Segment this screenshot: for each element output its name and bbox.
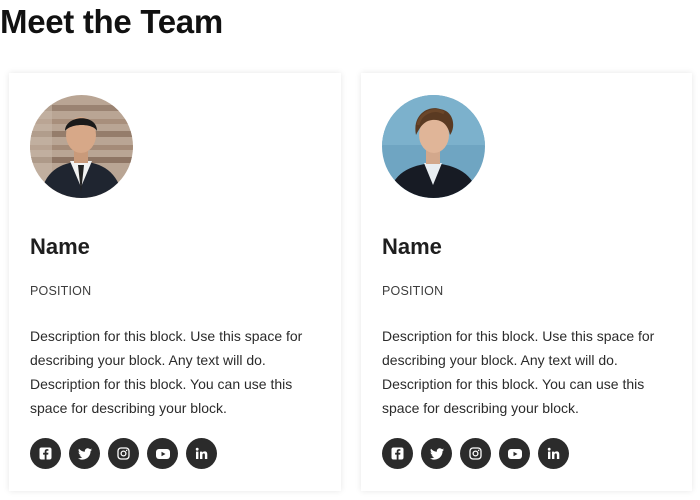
social-links xyxy=(30,438,217,469)
social-links xyxy=(382,438,569,469)
team-grid: Name POSITION Description for this block… xyxy=(9,73,692,493)
twitter-icon xyxy=(429,447,444,460)
facebook-button[interactable] xyxy=(30,438,61,469)
linkedin-icon xyxy=(195,447,208,459)
member-name: Name xyxy=(30,234,90,259)
instagram-button[interactable] xyxy=(108,438,139,469)
avatar xyxy=(382,95,485,198)
instagram-icon xyxy=(117,447,130,460)
avatar xyxy=(30,95,133,198)
youtube-button[interactable] xyxy=(147,438,178,469)
twitter-icon xyxy=(77,447,92,460)
youtube-icon xyxy=(155,448,170,459)
linkedin-icon xyxy=(547,447,560,459)
instagram-button[interactable] xyxy=(460,438,491,469)
member-position: POSITION xyxy=(382,284,444,298)
linkedin-button[interactable] xyxy=(538,438,569,469)
linkedin-button[interactable] xyxy=(186,438,217,469)
instagram-icon xyxy=(469,447,482,460)
facebook-icon xyxy=(39,447,52,460)
person-photo-icon xyxy=(382,95,485,198)
facebook-icon xyxy=(391,447,404,460)
page-title: Meet the Team xyxy=(0,3,223,40)
member-position: POSITION xyxy=(30,284,92,298)
youtube-button[interactable] xyxy=(499,438,530,469)
twitter-button[interactable] xyxy=(421,438,452,469)
team-member-card: Name POSITION Description for this block… xyxy=(9,73,341,491)
facebook-button[interactable] xyxy=(382,438,413,469)
team-member-card: Name POSITION Description for this block… xyxy=(361,73,692,491)
member-description: Description for this block. Use this spa… xyxy=(30,328,303,416)
youtube-icon xyxy=(507,448,522,459)
person-photo-icon xyxy=(30,95,133,198)
member-description: Description for this block. Use this spa… xyxy=(382,328,655,416)
twitter-button[interactable] xyxy=(69,438,100,469)
member-name: Name xyxy=(382,234,442,259)
